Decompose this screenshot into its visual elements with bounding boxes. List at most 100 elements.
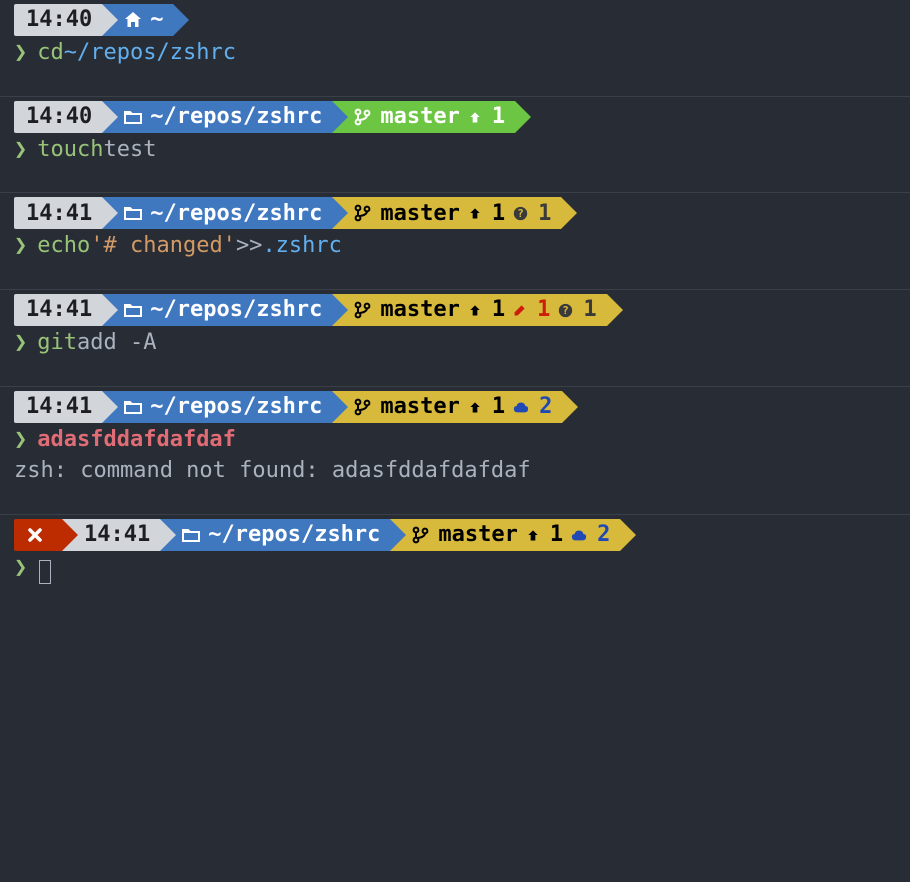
git-branch-label: master [380, 295, 459, 325]
status-error-segment [14, 519, 62, 551]
folder-icon [124, 398, 142, 416]
command-token: .zshrc [262, 231, 341, 261]
question-icon [513, 206, 528, 221]
git-modified-badge: 1 [513, 295, 550, 325]
git-segment: master 1 1 1 [332, 294, 606, 326]
command-line[interactable]: ❯echo '# changed' >> .zshrc [0, 229, 910, 261]
command-line[interactable]: ❯ [0, 551, 910, 583]
prompt-symbol: ❯ [14, 425, 27, 455]
git-untracked-count: 1 [538, 199, 551, 229]
git-segment: master 1 [332, 101, 515, 133]
time-segment: 14:41 [14, 391, 102, 423]
path-segment: ~/repos/zshrc [102, 294, 332, 326]
git-segment: master 1 2 [332, 391, 562, 423]
git-segment: master12 [390, 519, 620, 551]
git-branch-label: master [438, 520, 517, 550]
time-label: 14:41 [84, 520, 150, 550]
command-token: test [103, 135, 156, 165]
git-branch-label: master [380, 392, 459, 422]
time-label: 14:41 [26, 199, 92, 229]
git-ahead-count: 1 [492, 295, 505, 325]
prompt-block: 14:41 ~/repos/zshrc master12 ❯ [0, 514, 910, 589]
git-staged-count: 2 [539, 392, 552, 422]
path-segment: ~/repos/zshrc [102, 101, 332, 133]
git-untracked-count: 1 [583, 295, 596, 325]
time-segment: 14:40 [14, 101, 102, 133]
cursor [39, 560, 51, 584]
time-label: 14:40 [26, 5, 92, 35]
command-token: add -A [77, 328, 156, 358]
git-ahead-badge: 1 [468, 199, 505, 229]
cloud-icon [513, 399, 529, 415]
home-icon [124, 11, 142, 29]
path-segment: ~/repos/zshrc [160, 519, 390, 551]
command-line[interactable]: ❯ adasfddafdafdaf [0, 423, 910, 455]
prompt-symbol: ❯ [14, 38, 27, 68]
path-label: ~/repos/zshrc [208, 520, 380, 550]
git-branch-icon [412, 526, 430, 544]
time-segment: 14:41 [14, 197, 102, 229]
git-ahead-badge: 1 [468, 295, 505, 325]
git-branch-label: master [380, 102, 459, 132]
path-label: ~/repos/zshrc [150, 199, 322, 229]
prompt-powerline: 14:41 ~/repos/zshrc master12 [0, 515, 910, 551]
prompt-block: 14:40 ~/repos/zshrc master 1❯touch test [0, 96, 910, 193]
cloud-icon [571, 527, 587, 543]
folder-icon [182, 526, 200, 544]
git-staged-count: 2 [597, 520, 610, 550]
prompt-block: 14:41 ~/repos/zshrc master 1 1 1 ❯ git add -A [0, 289, 910, 386]
arrow-up-icon [468, 206, 482, 220]
path-segment: ~/repos/zshrc [102, 197, 332, 229]
path-label: ~/repos/zshrc [150, 392, 322, 422]
prompt-block: 14:40~❯ cd ~/repos/zshrc [0, 0, 910, 96]
git-segment: master 1 1 [332, 197, 561, 229]
prompt-block: 14:41 ~/repos/zshrc master 1 2 ❯ adasfddafdafd… [0, 386, 910, 514]
git-staged-badge: 2 [513, 392, 552, 422]
command-token: git [37, 328, 77, 358]
prompt-block: 14:41 ~/repos/zshrc master 1 1❯echo '# chang… [0, 192, 910, 289]
prompt-powerline: 14:41 ~/repos/zshrc master 1 2 [0, 387, 910, 423]
prompt-symbol: ❯ [14, 328, 27, 358]
command-line[interactable]: ❯touch test [0, 133, 910, 165]
time-label: 14:41 [26, 392, 92, 422]
git-untracked-badge: 1 [513, 199, 551, 229]
prompt-powerline: 14:40 ~/repos/zshrc master 1 [0, 97, 910, 133]
git-branch-icon [354, 108, 372, 126]
git-branch-icon [354, 398, 372, 416]
command-line[interactable]: ❯ git add -A [0, 326, 910, 358]
git-ahead-count: 1 [492, 199, 505, 229]
prompt-symbol: ❯ [14, 553, 27, 583]
path-segment: ~/repos/zshrc [102, 391, 332, 423]
git-ahead-badge: 1 [468, 392, 505, 422]
prompt-symbol: ❯ [14, 135, 27, 165]
git-ahead-badge: 1 [468, 102, 505, 132]
prompt-powerline: 14:41 ~/repos/zshrc master 1 1 1 [0, 290, 910, 326]
command-token: cd [37, 38, 64, 68]
command-token: '# changed' [90, 231, 236, 261]
git-branch-icon [354, 204, 372, 222]
arrow-up-icon [468, 400, 482, 414]
time-segment: 14:40 [14, 4, 102, 36]
folder-icon [124, 204, 142, 222]
git-branch-icon [354, 301, 372, 319]
git-ahead-count: 1 [492, 102, 505, 132]
git-staged-badge: 2 [571, 520, 610, 550]
git-branch-label: master [380, 199, 459, 229]
prompt-powerline: 14:40~ [0, 0, 910, 36]
git-ahead-count: 1 [492, 392, 505, 422]
arrow-up-icon [526, 528, 540, 542]
prompt-powerline: 14:41 ~/repos/zshrc master 1 1 [0, 193, 910, 229]
pencil-icon [513, 303, 527, 317]
command-output: zsh: command not found: adasfddafdafdaf [0, 454, 910, 486]
folder-icon [124, 108, 142, 126]
x-icon [26, 526, 44, 544]
path-label: ~/repos/zshrc [150, 102, 322, 132]
arrow-up-icon [468, 110, 482, 124]
command-token: adasfddafdafdaf [37, 425, 236, 455]
prompt-symbol: ❯ [14, 231, 27, 261]
command-token: ~/repos/zshrc [64, 38, 236, 68]
command-line[interactable]: ❯ cd ~/repos/zshrc [0, 36, 910, 68]
time-label: 14:41 [26, 295, 92, 325]
path-label: ~/repos/zshrc [150, 295, 322, 325]
git-modified-count: 1 [537, 295, 550, 325]
